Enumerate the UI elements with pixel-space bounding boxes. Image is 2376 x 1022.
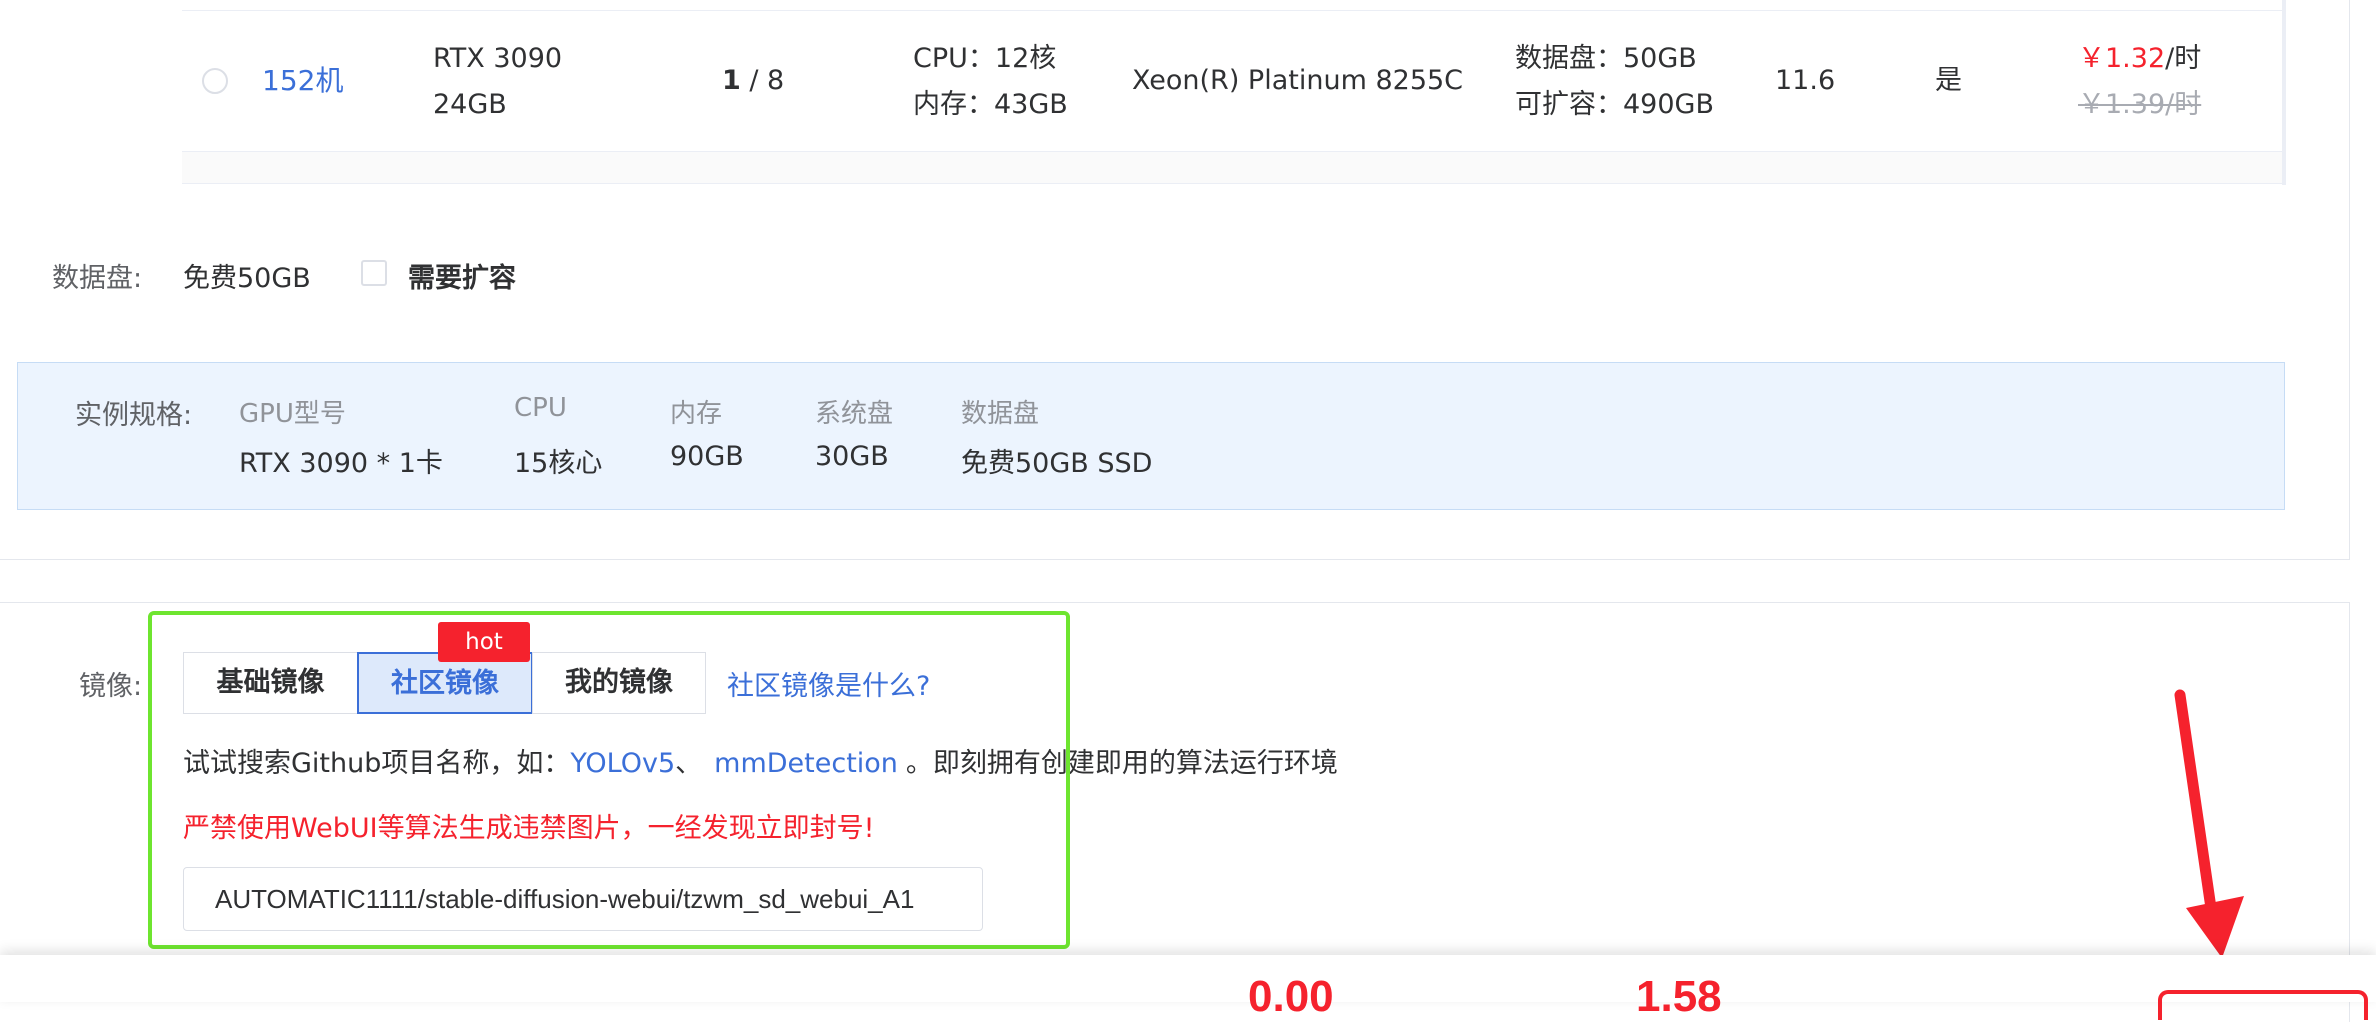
mirror-label: 镜像: [79,671,143,702]
spec-header-system-disk: 系统盘 [815,399,894,429]
expand-disk-checkbox[interactable] [361,260,387,286]
table-scrollbar[interactable] [2282,0,2286,185]
disk-expandable: 可扩容：490GB [1515,89,1714,120]
gpu-model: RTX 3090 [433,43,563,74]
checkout-footer [0,955,2376,1002]
footer-amount-1: 0.00 [1248,972,1334,1021]
spec-value-gpu: RTX 3090 * 1卡 [239,448,443,479]
spec-header-data-disk: 数据盘 [961,399,1040,429]
machine-name-link[interactable]: 152机 [262,58,343,104]
spec-value-memory: 90GB [670,441,744,472]
price-current: ￥1.32/时 [2078,36,2201,82]
cpu-cores: CPU：12核 [913,43,1057,74]
gpu-free-count: 1 [722,65,741,96]
data-disk-size: 数据盘：50GB [1515,43,1697,74]
spec-header-cpu: CPU [514,393,567,423]
data-disk-value: 免费50GB [183,263,311,294]
table-row-divider [182,152,2284,184]
expand-disk-label[interactable]: 需要扩容 [408,256,516,295]
spec-value-system-disk: 30GB [815,441,889,472]
spec-header-memory: 内存 [670,399,723,429]
instance-spec-box: 实例规格: GPU型号 CPU 内存 系统盘 数据盘 RTX 3090 * 1卡… [17,362,2285,510]
create-instance-button[interactable] [2158,990,2368,1020]
spec-value-data-disk: 免费50GB SSD [961,448,1153,479]
spec-value-cpu: 15核心 [514,448,603,479]
machine-radio[interactable] [202,68,228,94]
footer-amount-2: 1.58 [1636,972,1722,1021]
cpu-model: Xeon(R) Platinum 8255C [1132,65,1464,96]
gpu-total-count: / 8 [740,65,785,96]
price-original: ￥1.39/时 [2078,89,2202,120]
highlight-box [148,611,1070,949]
gpu-memory: 24GB [433,89,507,120]
data-disk-label: 数据盘: [52,263,143,294]
instance-spec-label: 实例规格: [75,400,193,431]
spec-header-gpu: GPU型号 [239,399,346,429]
available-status: 是 [1935,65,1962,96]
cuda-version: 11.6 [1775,65,1836,96]
arrow-down-icon [2174,689,2244,958]
price-unit: /时 [2165,43,2202,74]
gpu-availability: 1 / 8 [722,58,784,104]
price-now-value: ￥1.32 [2078,43,2166,74]
memory-size: 内存：43GB [913,89,1068,120]
